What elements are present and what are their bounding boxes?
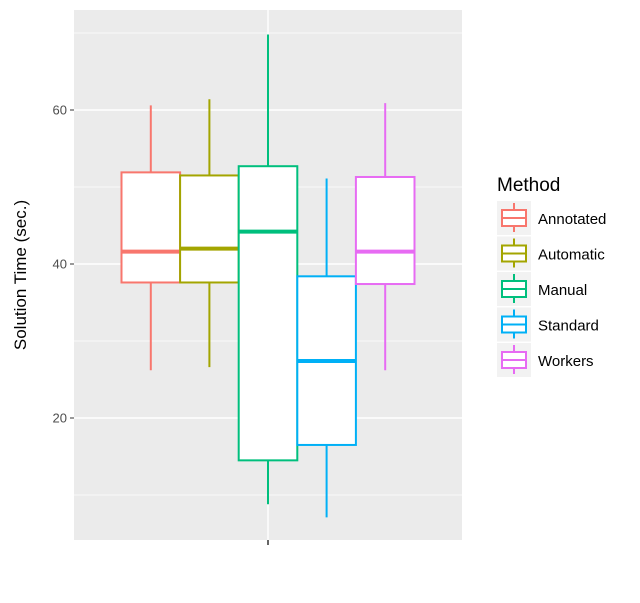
legend: Method Annotated Automatic Manual Standard W… [497,175,606,377]
legend-item-automatic: Automatic [497,236,605,271]
y-axis-title: Solution Time (sec.) [11,200,30,350]
box-iqr [354,175,416,286]
legend-item-annotated: Annotated [497,201,606,235]
legend-title: Method [497,175,560,196]
y-tick-label: 20 [53,411,67,426]
legend-item-manual: Manual [497,272,587,306]
y-tick-label: 60 [53,103,67,118]
box-iqr [237,165,299,462]
legend-label: Manual [538,282,587,299]
legend-label: Standard [538,318,599,335]
legend-label: Workers [538,353,594,370]
boxplot-chart: 20 40 60 Solution Time (sec.) Method Annot… [11,10,606,545]
box-iqr [120,171,182,284]
legend-label: Automatic [538,247,605,264]
legend-item-workers: Workers [497,343,594,377]
y-tick-label: 40 [53,257,67,272]
box-iqr [179,174,240,284]
legend-item-standard: Standard [497,307,599,342]
legend-label: Annotated [538,211,606,228]
